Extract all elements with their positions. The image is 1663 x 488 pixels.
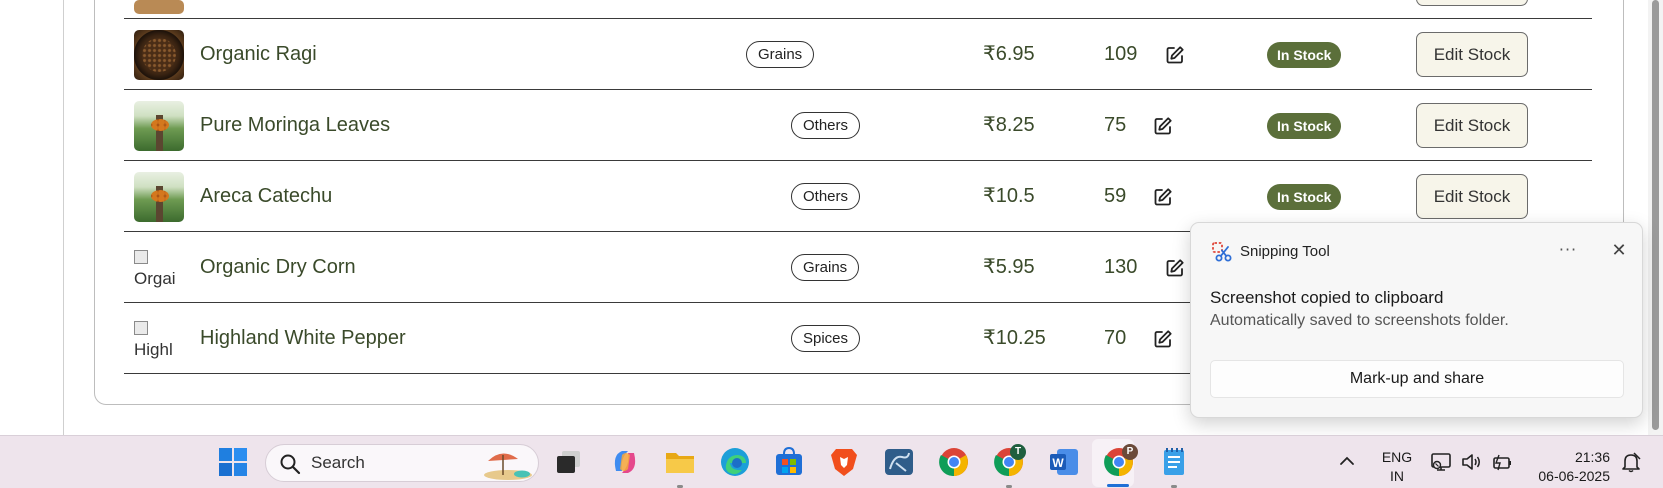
copilot-icon[interactable] [608,445,642,479]
edit-quantity-icon[interactable] [1165,45,1185,65]
clock-date: 06-06-2025 [1538,468,1610,484]
category-chip: Others [791,183,861,210]
product-quantity: 59 [1104,185,1127,207]
image-alt-text: Orgai [134,269,176,288]
clock-time: 21:36 [1574,449,1610,465]
battery-icon[interactable] [1490,452,1512,472]
network-icon[interactable] [1430,452,1452,472]
category-chip: Grains [791,254,860,281]
search-icon [280,454,301,475]
table-row [124,0,1592,19]
broken-image: Orgai [134,246,184,292]
status-badge: In Stock [1267,113,1342,139]
taskbar-search-box[interactable]: Search [265,444,539,482]
language-code: ENG [1381,449,1413,465]
active-indicator [1107,484,1129,487]
profile-badge: T [1010,444,1026,460]
markup-and-share-button[interactable]: Mark-up and share [1210,360,1624,398]
product-quantity: 75 [1104,114,1127,136]
notification-body: Automatically saved to screenshots folde… [1210,312,1509,329]
clock[interactable]: 21:36 06-06-2025 [1524,448,1610,486]
category-chip: Others [791,112,861,139]
brave-icon[interactable] [827,445,861,479]
product-name: Pure Moringa Leaves [200,114,391,136]
broken-image-icon [134,321,148,335]
edit-stock-button[interactable]: Edit Stock [1416,32,1528,77]
product-image [134,30,184,80]
image-alt-text: Highl [134,340,173,359]
windows-taskbar: Search T W P ENG IN 21:36 06-06-2025 [0,435,1663,488]
edit-stock-button[interactable]: Edit Stock [1416,174,1528,219]
product-price: ₹8.25 [983,114,1035,136]
product-quantity: 70 [1104,327,1127,349]
edit-quantity-icon[interactable] [1153,329,1173,349]
broken-image: Highl [134,317,184,363]
edit-stock-button[interactable]: Edit Stock [1416,103,1528,148]
product-price: ₹5.95 [983,256,1035,278]
snipping-tool-notification[interactable]: Snipping Tool ··· ✕ Screenshot copied to… [1190,222,1643,418]
product-image [134,101,184,151]
product-image [134,172,184,222]
product-name: Highland White Pepper [200,327,406,349]
notification-app-name: Snipping Tool [1240,243,1330,260]
edit-stock-button[interactable] [1416,0,1528,6]
vertical-scrollbar[interactable] [1648,0,1663,435]
profile-badge: P [1122,444,1138,460]
category-chip: Spices [791,325,861,352]
mysql-workbench-icon[interactable] [882,445,916,479]
table-row: Pure Moringa Leaves Others ₹8.25 75 In S… [124,90,1592,161]
notepad-icon[interactable] [1157,445,1191,479]
product-image [134,0,184,14]
edit-quantity-icon[interactable] [1153,187,1173,207]
file-explorer-icon[interactable] [663,445,697,479]
product-quantity: 130 [1104,256,1138,278]
product-price: ₹6.95 [983,43,1035,65]
product-name: Organic Dry Corn [200,256,356,278]
svg-text:W: W [1052,456,1064,470]
chevron-up-icon[interactable] [1338,452,1356,470]
product-price: ₹10.25 [983,327,1046,349]
region-code: IN [1390,468,1404,484]
windows-start-icon[interactable] [216,445,250,479]
chrome-icon[interactable] [937,445,971,479]
input-language[interactable]: ENG IN [1377,448,1417,486]
product-name: Areca Catechu [200,185,333,207]
notification-title: Screenshot copied to clipboard [1210,288,1444,307]
edit-quantity-icon[interactable] [1165,258,1185,278]
broken-image-icon [134,250,148,264]
notification-bell-icon[interactable] [1620,451,1642,473]
product-name: Organic Ragi [200,43,317,65]
word-icon[interactable]: W [1047,445,1081,479]
edit-quantity-icon[interactable] [1153,116,1173,136]
snipping-tool-icon [1212,242,1232,262]
edge-icon[interactable] [718,445,752,479]
category-chip: Grains [746,41,815,68]
task-view-icon[interactable] [552,445,586,479]
scrollbar-thumb[interactable] [1652,0,1659,430]
store-icon[interactable] [772,445,806,479]
search-label: Search [311,453,365,472]
more-options-icon[interactable]: ··· [1553,237,1583,265]
product-quantity: 109 [1104,43,1138,65]
product-price: ₹10.5 [983,185,1035,207]
table-row: Organic Ragi Grains ₹6.95 109 In Stock E… [124,19,1592,90]
volume-icon[interactable] [1460,452,1482,472]
status-badge: In Stock [1267,184,1342,210]
search-highlight-icon [484,453,532,480]
page-divider [63,0,64,435]
status-badge: In Stock [1267,42,1342,68]
close-icon[interactable]: ✕ [1605,237,1633,265]
